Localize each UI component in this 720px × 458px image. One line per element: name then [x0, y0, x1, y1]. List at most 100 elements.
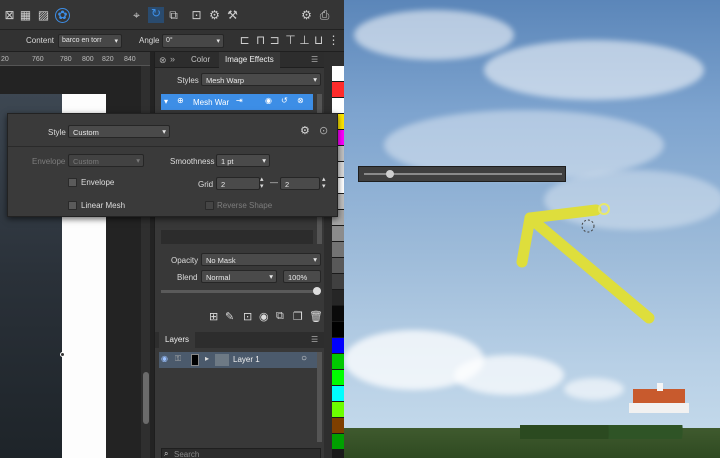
align-bottom-icon[interactable]: ⊔ — [312, 34, 325, 47]
angle-input[interactable]: 0° ▾ — [162, 34, 224, 48]
settings-icon[interactable]: ⚙ — [300, 9, 313, 22]
reverse-shape-checkbox[interactable] — [205, 201, 214, 210]
crop-icon[interactable]: ⧉ — [167, 9, 180, 22]
print-icon[interactable]: ⎙ — [318, 9, 331, 22]
align-middle-icon[interactable]: ⊥ — [298, 34, 311, 47]
layer-color-swatch — [191, 354, 199, 366]
menu-icon[interactable]: ☰ — [311, 55, 318, 64]
fx-icon: ⊕ — [177, 96, 184, 105]
color-wheel-icon[interactable]: ✿ — [55, 8, 70, 23]
pattern-icon[interactable]: ▨ — [37, 9, 50, 22]
style-select[interactable]: Custom ▾ — [68, 125, 170, 138]
duplicate-icon[interactable]: ⧉ — [276, 310, 284, 323]
stepper-icon[interactable]: ▴ ▾ — [322, 176, 326, 190]
color-swatch[interactable] — [332, 402, 344, 417]
blend-label: Blend — [177, 273, 198, 282]
color-swatch[interactable] — [332, 370, 344, 385]
linear-mesh-checkbox[interactable] — [68, 201, 77, 210]
distortion-slider-knob[interactable] — [385, 170, 394, 178]
layer-row[interactable]: ◉ ⚿ ▸ Layer 1 ○ — [159, 352, 317, 368]
color-swatch[interactable] — [332, 98, 344, 113]
chevron-down-icon: ▾ — [313, 255, 317, 264]
color-swatch[interactable] — [332, 242, 344, 257]
content-select[interactable]: barco en torr ▾ — [58, 34, 122, 48]
gear-icon[interactable]: ⚙ — [208, 9, 221, 22]
color-swatch[interactable] — [332, 322, 344, 337]
effect-row[interactable]: ▾ ⊕ Mesh War ⇥ ◉ ↺ ⊗ — [161, 94, 313, 110]
color-swatch[interactable] — [332, 82, 344, 97]
align-right-icon[interactable]: ⊐ — [268, 34, 281, 47]
opacity-slider-knob[interactable] — [313, 287, 321, 295]
styles-select[interactable]: Mesh Warp ▾ — [201, 73, 321, 86]
node-icon[interactable]: ⌖ — [130, 9, 143, 22]
fx-icon[interactable]: ⚒ — [226, 9, 239, 22]
horizontal-ruler: 20 760 780 800 820 840 — [0, 52, 150, 66]
color-swatch[interactable] — [332, 226, 344, 241]
layers-scrollbar[interactable] — [317, 352, 322, 442]
color-swatch[interactable] — [332, 306, 344, 321]
add-icon[interactable]: ⊞ — [209, 310, 218, 323]
grid-x-input[interactable]: 2 — [216, 177, 260, 190]
align-left-icon[interactable]: ⊏ — [238, 34, 251, 47]
color-swatch[interactable] — [332, 274, 344, 289]
eye-icon[interactable]: ◉ — [265, 96, 272, 105]
expand-icon[interactable]: ▾ — [164, 97, 168, 106]
layers-search[interactable]: ⌕ Search — [161, 448, 321, 458]
envelope-value: Custom — [73, 157, 99, 166]
close-circle-icon[interactable]: ⊙ — [319, 124, 328, 137]
photo-canvas[interactable] — [344, 0, 720, 458]
color-swatch[interactable] — [332, 418, 344, 433]
eye-icon[interactable]: ◉ — [161, 354, 168, 363]
envelope-checkbox[interactable] — [68, 178, 77, 187]
tab-color[interactable]: Color — [191, 55, 210, 64]
layer-name: Layer 1 — [233, 355, 260, 364]
delete-circle-icon[interactable]: ⊗ — [297, 96, 304, 105]
reset-icon[interactable]: ↺ — [281, 96, 288, 105]
blend-select[interactable]: Normal ▾ — [201, 270, 277, 283]
grid-icon[interactable]: ⊠ — [3, 9, 16, 22]
layers-tab-row: Layers ☰ — [155, 332, 325, 348]
color-swatch[interactable] — [332, 338, 344, 353]
grid-icon[interactable]: ▦ — [19, 9, 32, 22]
color-swatch[interactable] — [332, 386, 344, 401]
opacity-slider-track[interactable] — [161, 290, 319, 293]
merge-icon[interactable]: ⇥ — [236, 96, 243, 105]
gear-icon[interactable]: ⚙ — [300, 124, 310, 137]
lock-icon[interactable]: ⚿ — [175, 354, 181, 364]
color-swatch[interactable] — [332, 258, 344, 273]
menu-icon[interactable]: ☰ — [311, 335, 318, 344]
trash-icon[interactable]: 🗑 — [309, 310, 323, 323]
distribute-icon[interactable]: ⋮ — [327, 34, 340, 47]
tab-image-effects[interactable]: Image Effects — [219, 52, 280, 68]
align-top-icon[interactable]: ⊤ — [284, 34, 297, 47]
search-placeholder: Search — [174, 450, 200, 458]
color-swatch[interactable] — [332, 354, 344, 369]
crop-icon[interactable]: ⊡ — [243, 310, 252, 323]
panel-tab-row: ⊗ » Color Image Effects ☰ — [155, 52, 325, 68]
chevron-down-icon: ▾ — [162, 127, 166, 136]
smoothness-input[interactable]: 1 pt ▾ — [216, 154, 270, 167]
copy-icon[interactable]: ❐ — [293, 310, 303, 323]
expand-icon[interactable]: ▸ — [205, 354, 209, 363]
color-swatch[interactable] — [332, 66, 344, 81]
envelope-select[interactable]: Custom ▾ — [68, 154, 144, 167]
stepper-icon[interactable]: ▴ ▾ — [260, 176, 264, 190]
align-center-icon[interactable]: ⊓ — [254, 34, 267, 47]
eye-icon[interactable]: ◉ — [259, 310, 269, 323]
house-wall — [629, 403, 689, 413]
edit-icon[interactable]: ✎ — [225, 310, 234, 323]
grid-y-input[interactable]: 2 — [280, 177, 320, 190]
opacity-select[interactable]: No Mask ▾ — [201, 253, 321, 266]
rotate-icon[interactable]: ↻ — [148, 7, 164, 23]
double-chevron-icon[interactable]: » — [170, 54, 175, 64]
selection-handle[interactable] — [60, 352, 65, 357]
tab-layers[interactable]: Layers — [159, 332, 196, 348]
transform-icon[interactable]: ⊡ — [190, 9, 203, 22]
scrollbar-thumb[interactable] — [143, 372, 149, 424]
linear-mesh-label: Linear Mesh — [81, 201, 126, 210]
color-swatch[interactable] — [332, 290, 344, 305]
blend-percent-input[interactable]: 100% — [283, 270, 321, 283]
close-icon[interactable]: ⊗ — [159, 55, 167, 66]
layer-visibility-circle[interactable]: ○ — [301, 353, 307, 364]
color-swatch[interactable] — [332, 434, 344, 449]
